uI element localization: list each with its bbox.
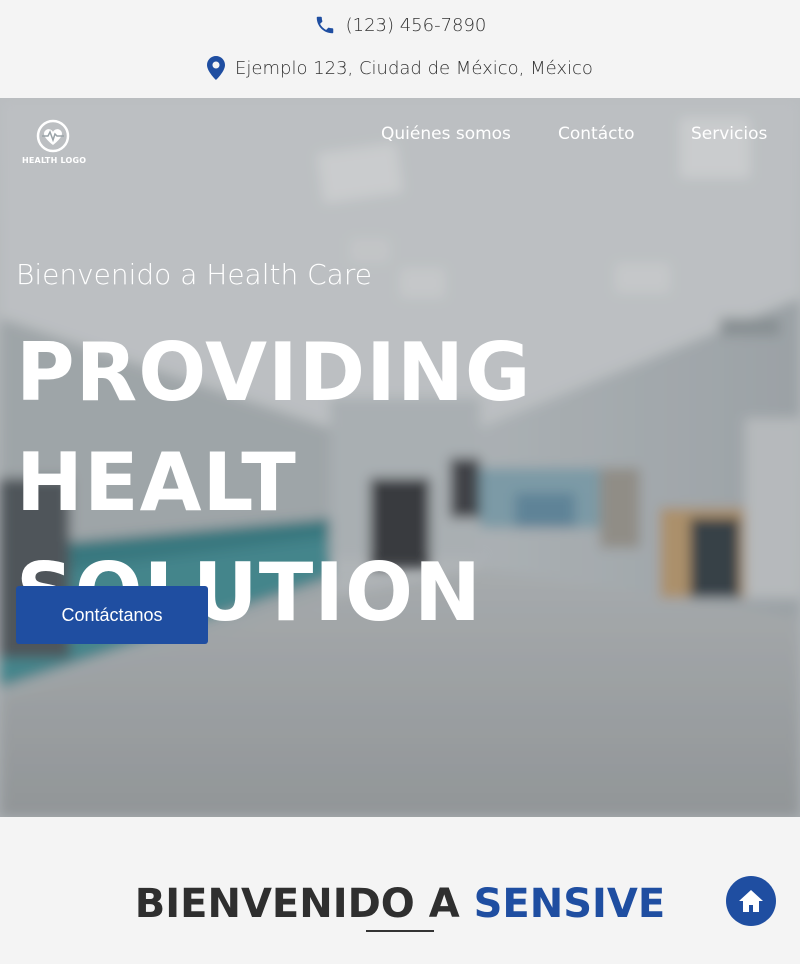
logo-text: HEALTH LOGO (22, 156, 87, 165)
main-navbar: HEALTH LOGO Quiénes somos Contácto Servi… (0, 98, 800, 170)
heart-pulse-logo-icon (36, 119, 70, 153)
nav-link-contacto[interactable]: Contácto (558, 124, 635, 144)
hero-section: HEALTH LOGO Quiénes somos Contácto Servi… (0, 98, 800, 817)
nav-link-quienes-somos[interactable]: Quiénes somos (381, 124, 511, 144)
home-button[interactable] (726, 876, 776, 926)
section-title-accent: SENSIVE (473, 881, 666, 927)
contact-us-button[interactable]: Contáctanos (16, 586, 208, 644)
section-title: BIENVENIDO A SENSIVE (0, 881, 800, 927)
top-contact-bar: (123) 456-7890 Ejemplo 123, Ciudad de Mé… (0, 0, 800, 98)
phone-icon (314, 14, 336, 36)
hero-welcome-text: Bienvenido a Health Care (16, 258, 372, 291)
title-underline (366, 930, 434, 932)
section-title-part-1: BIENVENIDO A (134, 881, 474, 927)
nav-link-servicios[interactable]: Servicios (691, 124, 767, 144)
headline-line-1: PROVIDING HEALT (16, 326, 532, 529)
map-pin-icon (207, 56, 226, 80)
phone-number: (123) 456-7890 (345, 14, 487, 36)
welcome-section: BIENVENIDO A SENSIVE (0, 817, 800, 964)
address-contact[interactable]: Ejemplo 123, Ciudad de México, México (0, 56, 800, 80)
home-icon (739, 890, 763, 912)
health-logo[interactable]: HEALTH LOGO (22, 118, 86, 174)
phone-contact[interactable]: (123) 456-7890 (0, 14, 800, 36)
address-text: Ejemplo 123, Ciudad de México, México (235, 57, 593, 79)
